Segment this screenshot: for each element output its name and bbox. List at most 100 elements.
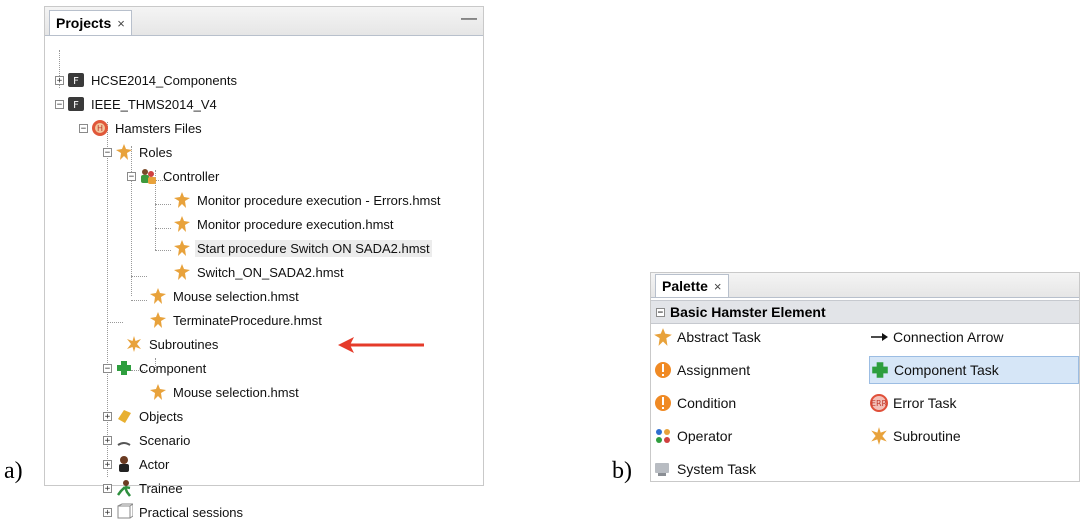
project-icon: F — [68, 73, 84, 87]
palette-item-label: Condition — [677, 395, 737, 411]
tree-item-hamsters-files[interactable]: − H Hamsters Files — [79, 118, 204, 138]
tree-item-label: HCSE2014_Components — [91, 72, 237, 88]
tree-item-actor[interactable]: + Actor — [103, 454, 171, 474]
tree-item-hcse2014[interactable]: + F HCSE2014_Components — [55, 70, 239, 90]
tree-item-label: Monitor procedure execution.hmst — [197, 216, 394, 232]
tree-item-scenario[interactable]: + Scenario — [103, 430, 192, 450]
palette-item-label: Subroutine — [893, 428, 961, 444]
tree-item-component[interactable]: − Component — [103, 358, 208, 378]
tree-item-label: Start procedure Switch ON SADA2.hmst — [195, 239, 432, 257]
palette-item-error-task[interactable]: ERR Error Task — [869, 389, 1079, 417]
tree-item-label: Scenario — [139, 432, 191, 448]
palette-panel: Palette × − Basic Hamster Element Abstra… — [650, 272, 1080, 482]
tree-item-file[interactable]: Monitor procedure execution - Errors.hms… — [173, 190, 442, 210]
tree-item-label: Practical sessions — [139, 504, 244, 520]
tree-item-label: Objects — [139, 408, 184, 424]
palette-item-abstract-task[interactable]: Abstract Task — [653, 323, 853, 351]
tree-item-label: IEEE_THMS2014_V4 — [91, 96, 217, 112]
expand-toggle[interactable]: + — [103, 411, 112, 421]
collapse-toggle[interactable]: − — [79, 123, 88, 133]
palette-section-label: Basic Hamster Element — [670, 304, 826, 320]
sessions-icon — [117, 503, 133, 519]
minimize-icon[interactable]: — — [461, 10, 477, 28]
palette-item-operator[interactable]: Operator — [653, 422, 853, 450]
abstract-task-icon — [654, 328, 672, 346]
figure-label-a: a) — [4, 458, 23, 484]
tree-item-label: TerminateProcedure.hmst — [173, 312, 322, 328]
tree-item-label: Component — [139, 360, 207, 376]
tree-item-label: Actor — [139, 456, 170, 472]
palette-item-connection-arrow[interactable]: Connection Arrow — [869, 323, 1079, 351]
task-icon — [174, 216, 190, 232]
palette-item-assignment[interactable]: Assignment — [653, 356, 853, 384]
expand-toggle[interactable]: + — [103, 507, 112, 517]
tree-item-label: Switch_ON_SADA2.hmst — [197, 264, 344, 280]
subroutine-icon — [871, 427, 887, 445]
projects-tabstrip: Projects × — — [45, 7, 483, 36]
task-icon — [174, 264, 190, 280]
palette-section-header[interactable]: − Basic Hamster Element — [651, 300, 1079, 324]
tree-item-label: Mouse selection.hmst — [173, 288, 299, 304]
tree-item-label: Mouse selection.hmst — [173, 384, 299, 400]
tree-item-objects[interactable]: + Objects — [103, 406, 185, 426]
palette-item-label: Component Task — [894, 362, 999, 378]
tab-projects[interactable]: Projects × — [49, 10, 132, 35]
tree-item-file-selected[interactable]: Start procedure Switch ON SADA2.hmst — [173, 238, 432, 258]
task-icon — [150, 288, 166, 304]
palette-item-label: Assignment — [677, 362, 751, 378]
component-icon — [872, 362, 888, 378]
palette-item-label: Abstract Task — [677, 329, 761, 345]
palette-item-label: Operator — [677, 428, 733, 444]
annotation-arrow-icon — [338, 337, 424, 353]
expand-toggle[interactable]: + — [55, 75, 64, 85]
palette-tab-label: Palette — [662, 278, 708, 294]
svg-text:F: F — [73, 100, 79, 111]
expand-toggle[interactable]: + — [103, 435, 112, 445]
close-icon[interactable]: × — [117, 16, 125, 31]
collapse-toggle[interactable]: − — [103, 147, 112, 157]
tree-item-file[interactable]: Switch_ON_SADA2.hmst — [173, 262, 346, 282]
collapse-toggle[interactable]: − — [55, 99, 64, 109]
trainee-icon — [117, 480, 131, 497]
tree-item-file[interactable]: Mouse selection.hmst — [149, 286, 301, 306]
close-icon[interactable]: × — [714, 279, 722, 294]
expand-toggle[interactable]: + — [103, 483, 112, 493]
scenario-icon — [117, 442, 131, 446]
palette-item-label: Error Task — [893, 395, 957, 411]
tree-item-trainee[interactable]: + Trainee — [103, 478, 185, 498]
palette-item-condition[interactable]: Condition — [653, 389, 853, 417]
tree-item-roles[interactable]: − Roles — [103, 142, 174, 162]
assignment-icon — [655, 362, 671, 378]
projects-tab-label: Projects — [56, 15, 112, 31]
tree-item-label: Subroutines — [149, 336, 219, 352]
task-icon — [150, 384, 166, 400]
expand-toggle[interactable]: + — [103, 459, 112, 469]
tree-item-subroutines[interactable]: Subroutines — [125, 334, 220, 354]
palette-item-subroutine[interactable]: Subroutine — [869, 422, 1079, 450]
svg-text:H: H — [97, 124, 103, 133]
collapse-toggle[interactable]: − — [656, 307, 665, 317]
tree-item-label: Roles — [139, 144, 173, 160]
palette-item-label: Connection Arrow — [893, 329, 1004, 345]
tree-item-label: Hamsters Files — [115, 120, 202, 136]
tab-palette[interactable]: Palette × — [655, 274, 729, 297]
tree-item-label: Trainee — [139, 480, 183, 496]
tree-item-controller[interactable]: − Controller — [127, 166, 221, 186]
palette-item-system-task[interactable]: System Task — [653, 455, 853, 483]
tree-item-file[interactable]: Monitor procedure execution.hmst — [173, 214, 396, 234]
error-task-icon: ERR — [870, 394, 888, 412]
tree-item-practical-sessions[interactable]: + Practical sessions — [103, 502, 245, 522]
tree-item-file[interactable]: Mouse selection.hmst — [149, 382, 301, 402]
tree-item-file[interactable]: TerminateProcedure.hmst — [149, 310, 324, 330]
collapse-toggle[interactable]: − — [127, 171, 136, 181]
controller-icon — [141, 169, 156, 184]
arrow-icon — [871, 333, 888, 341]
collapse-toggle[interactable]: − — [103, 363, 112, 373]
tree-item-label: Controller — [163, 168, 220, 184]
tree-item-ieee-thms2014[interactable]: − F IEEE_THMS2014_V4 — [55, 94, 219, 114]
component-icon — [117, 361, 131, 375]
projects-panel: Projects × — + F HCSE2014_Components − F… — [44, 6, 484, 520]
palette-item-component-task[interactable]: Component Task — [869, 356, 1079, 384]
subroutine-icon — [127, 336, 141, 352]
task-icon — [116, 144, 132, 160]
